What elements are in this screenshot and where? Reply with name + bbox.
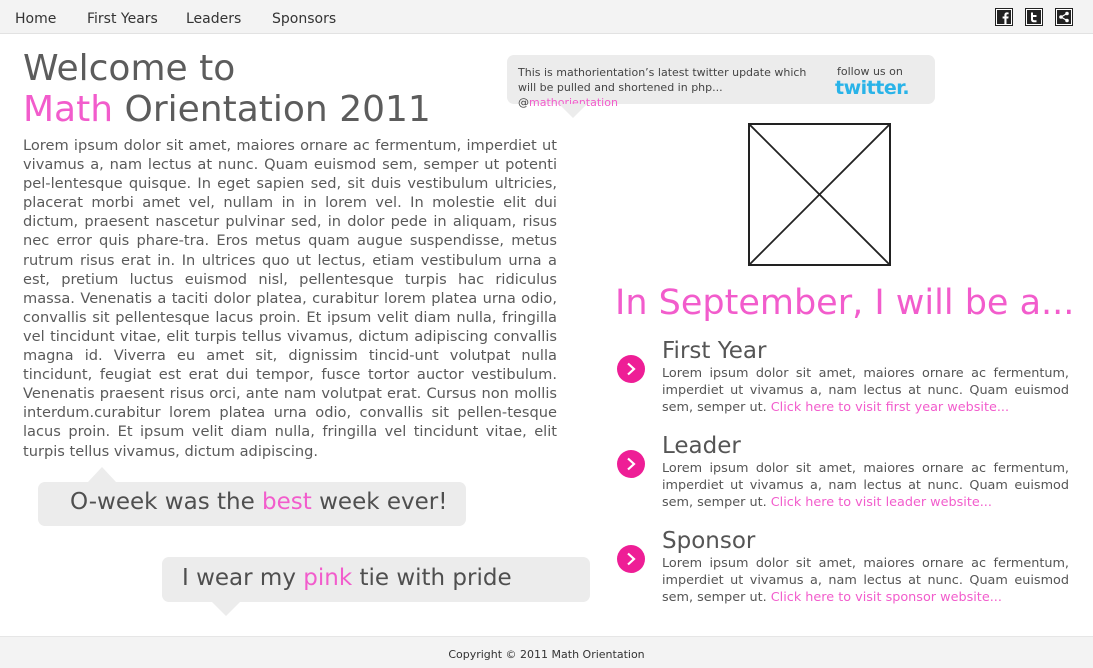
quote-before: I wear my	[182, 565, 304, 591]
chevron-right-icon[interactable]	[617, 450, 645, 478]
role-title: Leader	[662, 433, 741, 459]
nav-sponsors[interactable]: Sponsors	[272, 11, 336, 27]
role-title: First Year	[662, 338, 767, 364]
quote-highlight: pink	[303, 565, 353, 591]
quote-highlight: best	[262, 489, 312, 515]
share-icon[interactable]	[1055, 8, 1073, 26]
nav-leaders[interactable]: Leaders	[186, 11, 241, 27]
title-math: Math	[23, 89, 114, 130]
september-heading: In September, I will be a...	[615, 283, 1075, 323]
facebook-icon[interactable]	[995, 8, 1013, 26]
image-placeholder	[748, 123, 891, 266]
quote-after: week ever!	[311, 489, 448, 515]
nav-home[interactable]: Home	[15, 11, 56, 27]
title-line1: Welcome to	[23, 48, 236, 89]
twitter-icon[interactable]	[1025, 8, 1043, 26]
nav-first-years[interactable]: First Years	[87, 11, 158, 27]
role-description: Lorem ipsum dolor sit amet, maiores orna…	[662, 365, 1069, 416]
chevron-right-icon[interactable]	[617, 545, 645, 573]
oweek-quote-bubble: O-week was the best week ever!	[38, 467, 466, 526]
role-description: Lorem ipsum dolor sit amet, maiores orna…	[662, 555, 1069, 606]
top-navigation: Home First Years Leaders Sponsors	[0, 0, 1093, 34]
copyright-text: Copyright © 2011 Math Orientation	[448, 648, 645, 661]
quote-text: I wear my pink tie with pride	[182, 565, 512, 591]
intro-paragraph: Lorem ipsum dolor sit amet, maiores orna…	[23, 137, 557, 460]
bubble-tail	[212, 602, 240, 616]
chevron-right-icon[interactable]	[617, 355, 645, 383]
first-year-website-link[interactable]: Click here to visit first year website..…	[771, 400, 1009, 415]
pink-tie-quote-bubble: I wear my pink tie with pride	[162, 557, 590, 616]
bubble-tail	[88, 467, 116, 482]
role-title: Sponsor	[662, 528, 756, 554]
quote-before: O-week was the	[70, 489, 263, 515]
quote-after: tie with pride	[352, 565, 512, 591]
sponsor-website-link[interactable]: Click here to visit sponsor website...	[771, 590, 1002, 605]
page-title: Welcome to Math Orientation 2011	[23, 48, 431, 130]
footer: Copyright © 2011 Math Orientation	[0, 636, 1093, 668]
bubble-tail	[559, 104, 587, 118]
twitter-update-bubble: This is mathorientation’s latest twitter…	[507, 55, 935, 118]
twitter-logo[interactable]: twitter.	[835, 77, 910, 99]
leader-website-link[interactable]: Click here to visit leader website...	[771, 495, 992, 510]
title-rest: Orientation 2011	[113, 89, 431, 130]
role-description: Lorem ipsum dolor sit amet, maiores orna…	[662, 460, 1069, 511]
quote-text: O-week was the best week ever!	[70, 489, 447, 515]
